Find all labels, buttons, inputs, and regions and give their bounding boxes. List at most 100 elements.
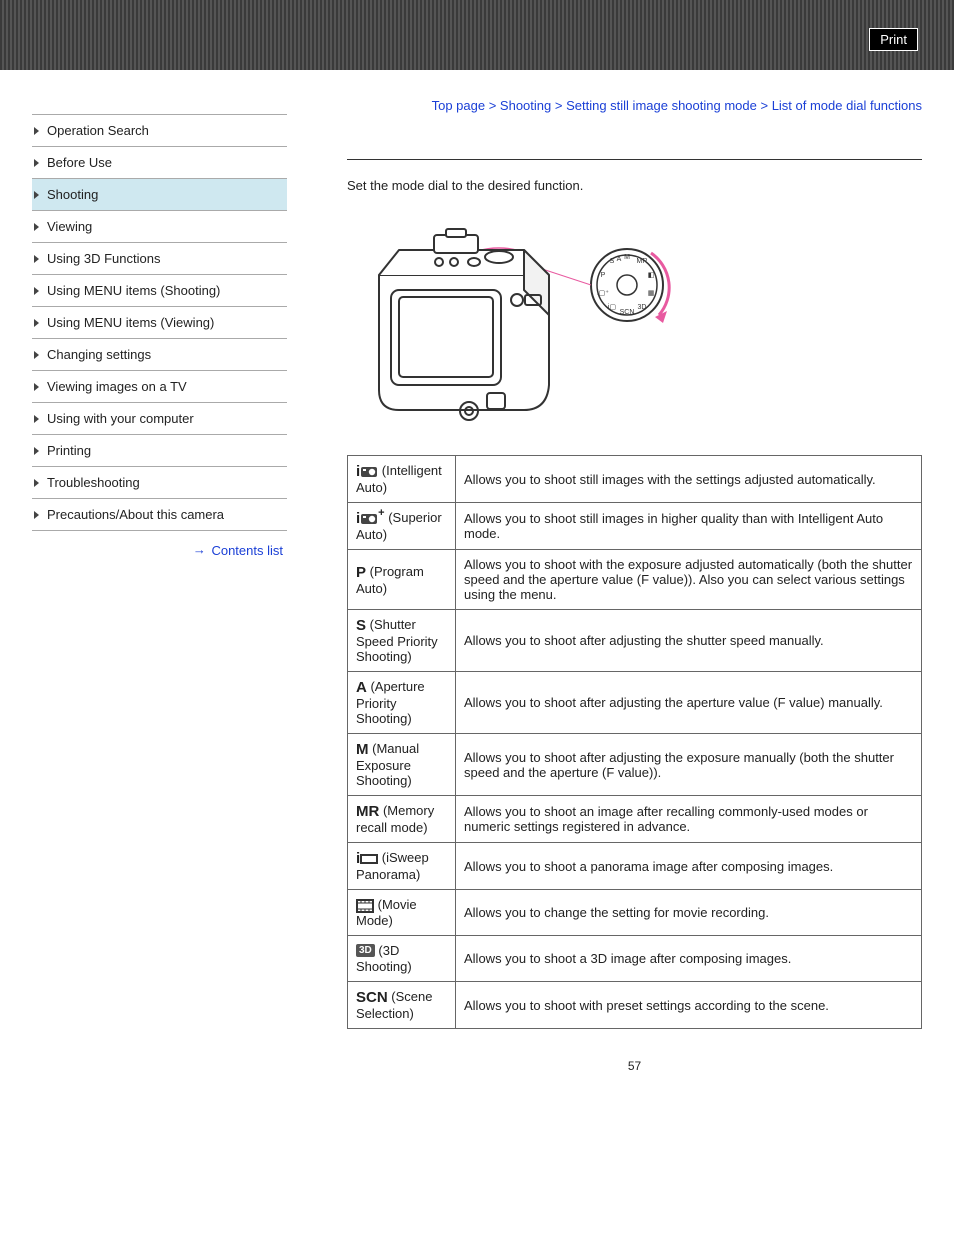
sidebar-item-link[interactable]: Using MENU items (Shooting) xyxy=(32,275,287,306)
sidebar-item-link[interactable]: Using MENU items (Viewing) xyxy=(32,307,287,338)
breadcrumb-link[interactable]: Setting still image shooting mode xyxy=(566,98,757,113)
table-row: SCN (Scene Selection)Allows you to shoot… xyxy=(348,982,922,1029)
sidebar-item-label: Using with your computer xyxy=(47,411,194,426)
caret-right-icon xyxy=(34,351,39,359)
mode-name-cell: i (Intelligent Auto) xyxy=(348,456,456,503)
arrow-right-icon: → xyxy=(193,542,206,557)
table-row: S (Shutter Speed Priority Shooting)Allow… xyxy=(348,610,922,672)
mode-description-cell: Allows you to shoot with the exposure ad… xyxy=(456,550,922,610)
sidebar-item: Using MENU items (Shooting) xyxy=(32,275,287,307)
header-bar: Print xyxy=(0,0,954,70)
sidebar-item-label: Troubleshooting xyxy=(47,475,140,490)
table-row: MR (Memory recall mode)Allows you to sho… xyxy=(348,796,922,843)
sidebar-item-link[interactable]: Using 3D Functions xyxy=(32,243,287,274)
breadcrumb-link[interactable]: Top page xyxy=(432,98,486,113)
sidebar-item: Precautions/About this camera xyxy=(32,499,287,531)
mode-name-cell: 3D (3D Shooting) xyxy=(348,936,456,982)
intro-text: Set the mode dial to the desired functio… xyxy=(347,178,922,193)
sidebar-item: Troubleshooting xyxy=(32,467,287,499)
mode-description-cell: Allows you to shoot after adjusting the … xyxy=(456,610,922,672)
sidebar-item-link[interactable]: Printing xyxy=(32,435,287,466)
caret-right-icon xyxy=(34,511,39,519)
breadcrumb-separator: > xyxy=(757,98,772,113)
sidebar-item-label: Viewing xyxy=(47,219,92,234)
sidebar-item-link[interactable]: Troubleshooting xyxy=(32,467,287,498)
3D-icon: 3D xyxy=(356,943,375,958)
P-icon: P xyxy=(356,564,366,579)
breadcrumb: Top page > Shooting > Setting still imag… xyxy=(347,98,922,113)
svg-text:i▢: i▢ xyxy=(608,304,616,311)
sidebar-item-label: Shooting xyxy=(47,187,98,202)
page-number: 57 xyxy=(347,1059,922,1073)
print-button[interactable]: Print xyxy=(869,28,918,51)
breadcrumb-separator: > xyxy=(551,98,566,113)
sidebar-item-link[interactable]: Viewing xyxy=(32,211,287,242)
mode-description-cell: Allows you to shoot a panorama image aft… xyxy=(456,843,922,890)
svg-text:S: S xyxy=(610,258,615,265)
mode-label: (Shutter Speed Priority Shooting) xyxy=(356,617,438,664)
SCN-icon: SCN xyxy=(356,989,388,1004)
mode-description-cell: Allows you to change the setting for mov… xyxy=(456,890,922,936)
caret-right-icon xyxy=(34,415,39,423)
sidebar-item-label: Precautions/About this camera xyxy=(47,507,224,522)
table-row: P (Program Auto)Allows you to shoot with… xyxy=(348,550,922,610)
sidebar-item-label: Viewing images on a TV xyxy=(47,379,187,394)
sidebar-item: Operation Search xyxy=(32,115,287,147)
superior-auto-icon: i+ xyxy=(356,510,385,525)
mode-label: (Program Auto) xyxy=(356,564,424,596)
mode-description-cell: Allows you to shoot still images with th… xyxy=(456,456,922,503)
svg-text:MR: MR xyxy=(637,258,648,265)
A-icon: A xyxy=(356,679,367,694)
sidebar-item: Using 3D Functions xyxy=(32,243,287,275)
sidebar-item: Using with your computer xyxy=(32,403,287,435)
table-row: A (Aperture Priority Shooting)Allows you… xyxy=(348,672,922,734)
contents-list-link-wrap: → Contents list xyxy=(32,543,287,558)
caret-right-icon xyxy=(34,127,39,135)
sidebar-item: Changing settings xyxy=(32,339,287,371)
table-row: (Movie Mode)Allows you to change the set… xyxy=(348,890,922,936)
camera-illustration: MMR ◧▦ 3DSCN i▢i▢⁺ PS A xyxy=(349,215,689,425)
sidebar-item-link[interactable]: Precautions/About this camera xyxy=(32,499,287,530)
S-icon: S xyxy=(356,617,366,632)
mode-description-cell: Allows you to shoot still images in high… xyxy=(456,503,922,550)
mode-dial-table: i (Intelligent Auto)Allows you to shoot … xyxy=(347,455,922,1029)
sidebar-item-label: Before Use xyxy=(47,155,112,170)
breadcrumb-link[interactable]: Shooting xyxy=(500,98,551,113)
table-row: 3D (3D Shooting)Allows you to shoot a 3D… xyxy=(348,936,922,982)
svg-text:◧: ◧ xyxy=(648,272,655,279)
mode-label: (Aperture Priority Shooting) xyxy=(356,679,425,726)
sidebar-item: Printing xyxy=(32,435,287,467)
mode-name-cell: A (Aperture Priority Shooting) xyxy=(348,672,456,734)
caret-right-icon xyxy=(34,159,39,167)
sidebar-item-link[interactable]: Before Use xyxy=(32,147,287,178)
mode-description-cell: Allows you to shoot a 3D image after com… xyxy=(456,936,922,982)
sidebar-item-link[interactable]: Viewing images on a TV xyxy=(32,371,287,402)
caret-right-icon xyxy=(34,319,39,327)
svg-text:▦: ▦ xyxy=(648,290,655,297)
caret-right-icon xyxy=(34,223,39,231)
svg-text:SCN: SCN xyxy=(620,309,635,316)
sidebar-item-link[interactable]: Using with your computer xyxy=(32,403,287,434)
sidebar-item-label: Using 3D Functions xyxy=(47,251,160,266)
contents-list-link[interactable]: Contents list xyxy=(211,543,283,558)
MR-icon: MR xyxy=(356,803,379,818)
intelligent-auto-icon: i xyxy=(356,463,378,478)
sidebar-item-link[interactable]: Operation Search xyxy=(32,115,287,146)
sidebar-item-link[interactable]: Changing settings xyxy=(32,339,287,370)
caret-right-icon xyxy=(34,447,39,455)
mode-name-cell: S (Shutter Speed Priority Shooting) xyxy=(348,610,456,672)
table-row: i+ (Superior Auto)Allows you to shoot st… xyxy=(348,503,922,550)
sidebar-item: Shooting xyxy=(32,179,287,211)
divider xyxy=(347,159,922,160)
breadcrumb-separator: > xyxy=(485,98,500,113)
mode-description-cell: Allows you to shoot after adjusting the … xyxy=(456,672,922,734)
caret-right-icon xyxy=(34,255,39,263)
sidebar-item-label: Using MENU items (Shooting) xyxy=(47,283,220,298)
mode-name-cell: (Movie Mode) xyxy=(348,890,456,936)
sidebar-item-link[interactable]: Shooting xyxy=(32,179,287,210)
mode-name-cell: i+ (Superior Auto) xyxy=(348,503,456,550)
mode-name-cell: MR (Memory recall mode) xyxy=(348,796,456,843)
mode-name-cell: P (Program Auto) xyxy=(348,550,456,610)
mode-name-cell: SCN (Scene Selection) xyxy=(348,982,456,1029)
main-content: Top page > Shooting > Setting still imag… xyxy=(347,98,922,1073)
